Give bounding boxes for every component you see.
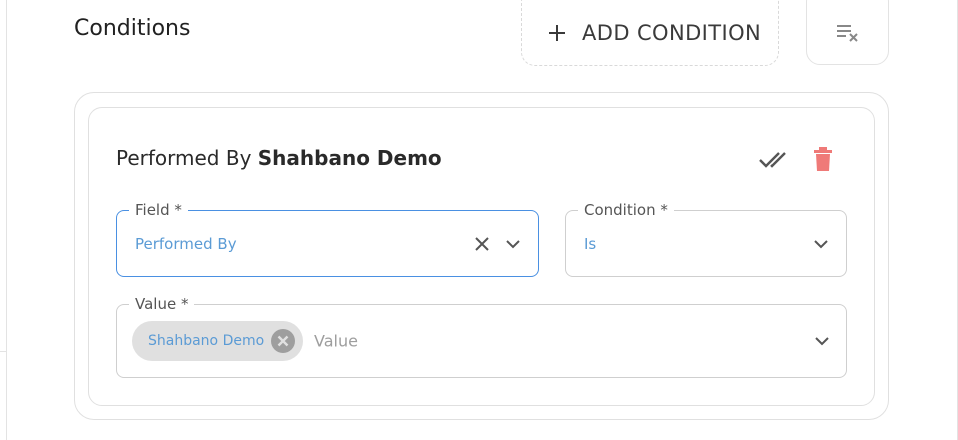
field-label: Field * xyxy=(129,200,188,220)
condition-title-value: Shahbano Demo xyxy=(257,146,442,170)
chevron-down-icon[interactable] xyxy=(814,336,830,346)
remove-chip-icon[interactable] xyxy=(271,329,295,353)
clear-field-icon[interactable] xyxy=(474,236,490,252)
frame-divider xyxy=(6,0,7,440)
conditions-panel: Conditions ADD CONDITION Performed By Sh… xyxy=(0,0,958,440)
value-input[interactable]: Value xyxy=(314,332,358,351)
field-select[interactable]: Field * Performed By xyxy=(116,200,539,277)
add-condition-button[interactable]: ADD CONDITION xyxy=(521,0,779,66)
condition-value: Is xyxy=(584,234,597,253)
trash-icon xyxy=(814,147,832,171)
frame-divider xyxy=(0,351,6,352)
double-check-icon xyxy=(759,152,786,168)
delete-condition-button[interactable] xyxy=(811,146,835,172)
value-select[interactable]: Value * Shahbano Demo Value xyxy=(116,294,847,378)
condition-title-prefix: Performed By xyxy=(116,146,252,170)
section-title: Conditions xyxy=(74,16,191,41)
plus-icon xyxy=(549,25,565,41)
chevron-down-icon[interactable] xyxy=(813,239,829,249)
field-value: Performed By xyxy=(135,234,237,253)
add-condition-label: ADD CONDITION xyxy=(582,21,762,45)
condition-select[interactable]: Condition * Is xyxy=(565,200,847,277)
clear-all-icon xyxy=(836,24,858,42)
value-chip: Shahbano Demo xyxy=(132,321,303,361)
value-label: Value * xyxy=(129,294,195,314)
chevron-down-icon[interactable] xyxy=(505,239,521,249)
clear-conditions-button[interactable] xyxy=(806,0,889,65)
apply-condition-button[interactable] xyxy=(757,146,789,172)
condition-label: Condition * xyxy=(578,200,674,220)
value-chip-label: Shahbano Demo xyxy=(148,333,265,349)
condition-title: Performed By Shahbano Demo xyxy=(116,144,442,172)
